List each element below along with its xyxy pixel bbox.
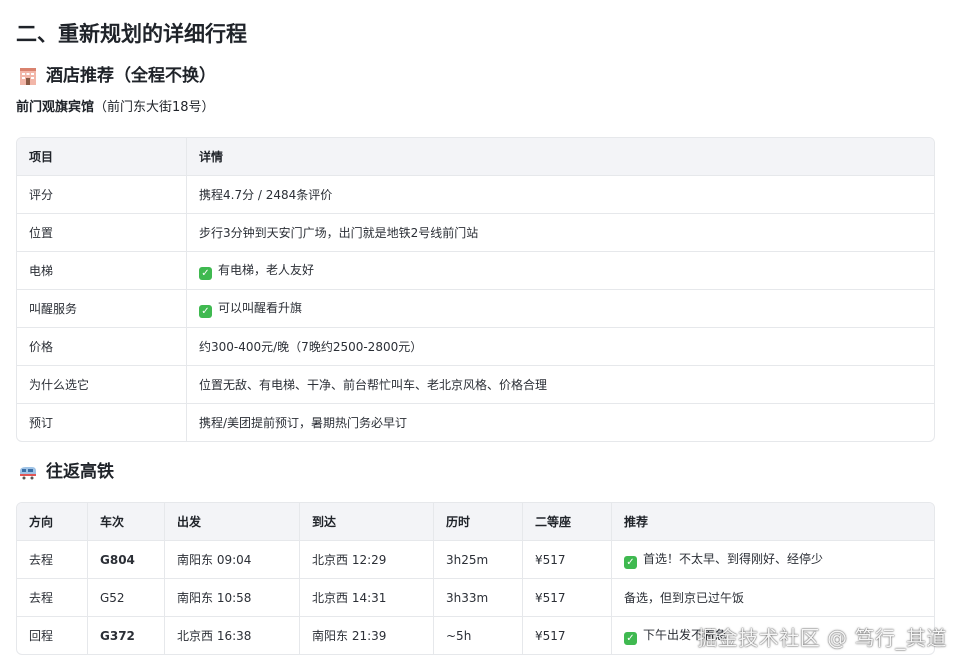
column-header: 详情 — [187, 138, 934, 176]
arrive-cell: 北京西 12:29 — [300, 541, 434, 579]
hotel-name: 前门观旗宾馆 — [16, 100, 95, 115]
row-detail: 步行3分钟到天安门广场，出门就是地铁2号线前门站 — [199, 226, 479, 240]
column-header: 车次 — [88, 503, 165, 541]
train-number-cell: G804 — [88, 541, 165, 579]
row-detail-cell: 约300-400元/晚（7晚约2500-2800元） — [187, 328, 934, 366]
check-icon: ✓ — [199, 267, 212, 280]
row-item: 位置 — [17, 214, 187, 252]
table-row: 价格 约300-400元/晚（7晚约2500-2800元） — [17, 328, 934, 366]
duration-cell: 3h25m — [434, 541, 523, 579]
direction-cell: 去程 — [17, 579, 88, 617]
row-item: 叫醒服务 — [17, 290, 187, 328]
direction-cell: 回程 — [17, 617, 88, 654]
train-number-cell: G52 — [88, 579, 165, 617]
train-heading-text: 往返高铁 — [46, 462, 114, 482]
table-row: 位置 步行3分钟到天安门广场，出门就是地铁2号线前门站 — [17, 214, 934, 252]
note-cell: 备选，但到京已过午饭 — [612, 579, 934, 617]
train-number-cell: G372 — [88, 617, 165, 654]
hotel-table-header: 项目 详情 — [17, 138, 934, 176]
row-detail: 约300-400元/晚（7晚约2500-2800元） — [199, 340, 423, 354]
row-detail-cell: 步行3分钟到天安门广场，出门就是地铁2号线前门站 — [187, 214, 934, 252]
table-row: 为什么选它 位置无敌、有电梯、干净、前台帮忙叫车、老北京风格、价格合理 — [17, 366, 934, 404]
arrive-cell: 北京西 14:31 — [300, 579, 434, 617]
table-row: 去程 G52 南阳东 10:58 北京西 14:31 3h33m ¥517 备选，但到京已过… — [17, 579, 934, 617]
column-header: 到达 — [300, 503, 434, 541]
row-detail-cell: ✓ 可以叫醒看升旗 — [187, 290, 934, 328]
section-title: 二、重新规划的详细行程 — [16, 22, 247, 46]
price-cell: ¥517 — [523, 579, 612, 617]
depart-cell: 南阳东 10:58 — [165, 579, 300, 617]
column-header: 历时 — [434, 503, 523, 541]
hotel-heading: 酒店推荐（全程不换） — [16, 63, 967, 89]
watermark: 掘金技术社区 @ 笃行_其道 — [697, 626, 947, 650]
column-header: 出发 — [165, 503, 300, 541]
column-header: 项目 — [17, 138, 187, 176]
note-cell: ✓ 首选！不太早、到得刚好、经停少 — [612, 541, 934, 579]
note-text: 备选，但到京已过午饭 — [624, 591, 745, 605]
row-detail-cell: ✓ 有电梯，老人友好 — [187, 252, 934, 290]
table-row: 叫醒服务 ✓ 可以叫醒看升旗 — [17, 290, 934, 328]
check-icon: ✓ — [199, 305, 212, 318]
row-detail-cell: 位置无敌、有电梯、干净、前台帮忙叫车、老北京风格、价格合理 — [187, 366, 934, 404]
train-table-header: 方向 车次 出发 到达 历时 二等座 推荐 — [17, 503, 934, 541]
row-detail: 携程/美团提前预订，暑期热门务必早订 — [199, 416, 408, 430]
table-row: 预订 携程/美团提前预订，暑期热门务必早订 — [17, 404, 934, 441]
note-text: 首选！不太早、到得刚好、经停少 — [643, 552, 824, 566]
hotel-name-line: 前门观旗宾馆（前门东大街18号） — [16, 98, 967, 118]
row-detail: 可以叫醒看升旗 — [218, 301, 303, 315]
column-header: 方向 — [17, 503, 88, 541]
depart-cell: 北京西 16:38 — [165, 617, 300, 654]
table-row: 电梯 ✓ 有电梯，老人友好 — [17, 252, 934, 290]
price-cell: ¥517 — [523, 617, 612, 654]
table-row: 去程 G804 南阳东 09:04 北京西 12:29 3h25m ¥517 ✓ 首选！不太早… — [17, 541, 934, 579]
column-header: 推荐 — [612, 503, 934, 541]
row-detail: 位置无敌、有电梯、干净、前台帮忙叫车、老北京风格、价格合理 — [199, 378, 548, 392]
row-item: 预订 — [17, 404, 187, 441]
column-header: 二等座 — [523, 503, 612, 541]
arrive-cell: 南阳东 21:39 — [300, 617, 434, 654]
row-item: 价格 — [17, 328, 187, 366]
row-detail: 携程4.7分 / 2484条评价 — [199, 188, 333, 202]
hotel-table: 项目 详情 评分 携程4.7分 / 2484条评价 位置 步行3分钟到天安门广场，出门… — [16, 137, 935, 442]
check-icon: ✓ — [624, 632, 637, 645]
depart-cell: 南阳东 09:04 — [165, 541, 300, 579]
train-heading: 往返高铁 — [16, 459, 967, 485]
duration-cell: 3h33m — [434, 579, 523, 617]
row-item: 电梯 — [17, 252, 187, 290]
page: 二、重新规划的详细行程 酒店推荐（全程不换） 前门观旗宾馆（前门东大街18号） … — [0, 0, 967, 669]
row-item: 评分 — [17, 176, 187, 214]
hotel-address: （前门东大街18号） — [94, 100, 215, 115]
row-detail-cell: 携程/美团提前预订，暑期热门务必早订 — [187, 404, 934, 441]
duration-cell: ~5h — [434, 617, 523, 654]
train-icon — [20, 467, 36, 480]
price-cell: ¥517 — [523, 541, 612, 579]
table-row: 评分 携程4.7分 / 2484条评价 — [17, 176, 934, 214]
hotel-icon — [20, 68, 36, 85]
check-icon: ✓ — [624, 556, 637, 569]
row-detail-cell: 携程4.7分 / 2484条评价 — [187, 176, 934, 214]
direction-cell: 去程 — [17, 541, 88, 579]
row-item: 为什么选它 — [17, 366, 187, 404]
row-detail: 有电梯，老人友好 — [218, 263, 315, 277]
hotel-heading-text: 酒店推荐（全程不换） — [46, 66, 216, 86]
